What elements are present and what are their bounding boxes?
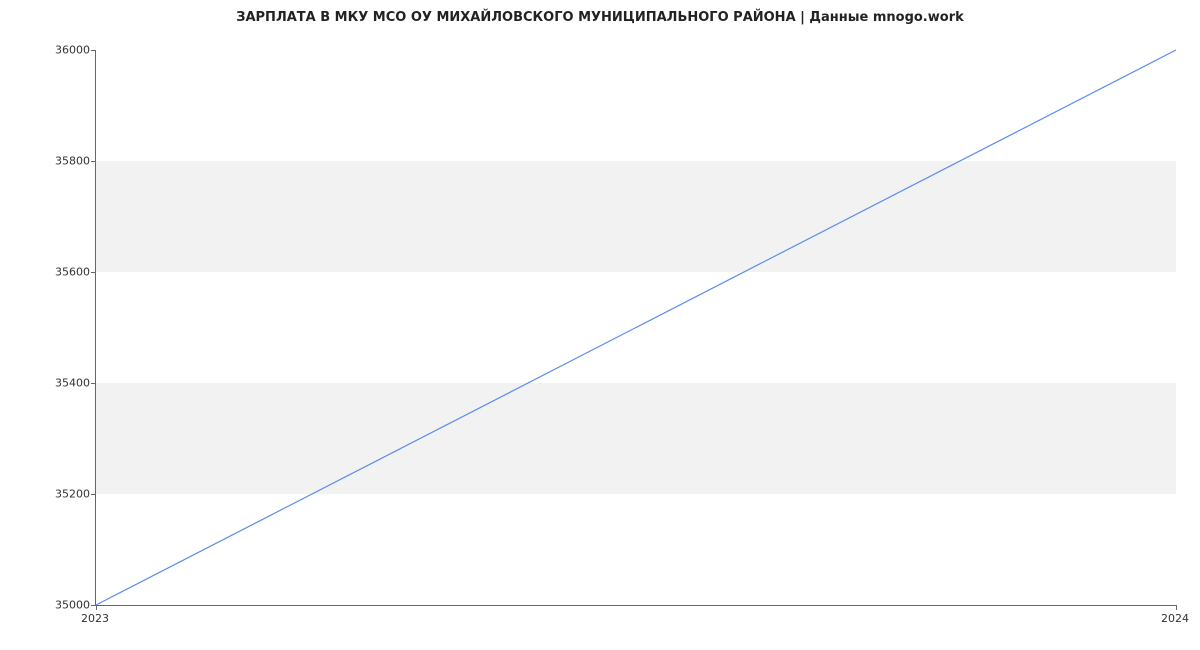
x-tick-mark: [96, 605, 97, 610]
y-tick-mark: [91, 383, 96, 384]
y-tick-label: 36000: [50, 44, 90, 57]
y-tick-mark: [91, 272, 96, 273]
line-series-svg: [96, 50, 1176, 605]
y-tick-label: 35800: [50, 155, 90, 168]
x-tick-label: 2024: [1161, 612, 1189, 625]
chart-container: ЗАРПЛАТА В МКУ МСО ОУ МИХАЙЛОВСКОГО МУНИ…: [0, 0, 1200, 650]
chart-title: ЗАРПЛАТА В МКУ МСО ОУ МИХАЙЛОВСКОГО МУНИ…: [0, 10, 1200, 25]
x-tick-label: 2023: [81, 612, 109, 625]
y-tick-mark: [91, 161, 96, 162]
y-tick-label: 35000: [50, 599, 90, 612]
y-tick-mark: [91, 50, 96, 51]
y-tick-label: 35400: [50, 377, 90, 390]
plot-area: [95, 50, 1176, 606]
salary-line: [96, 50, 1176, 605]
y-tick-mark: [91, 494, 96, 495]
y-tick-label: 35600: [50, 266, 90, 279]
x-tick-mark: [1176, 605, 1177, 610]
y-tick-label: 35200: [50, 488, 90, 501]
